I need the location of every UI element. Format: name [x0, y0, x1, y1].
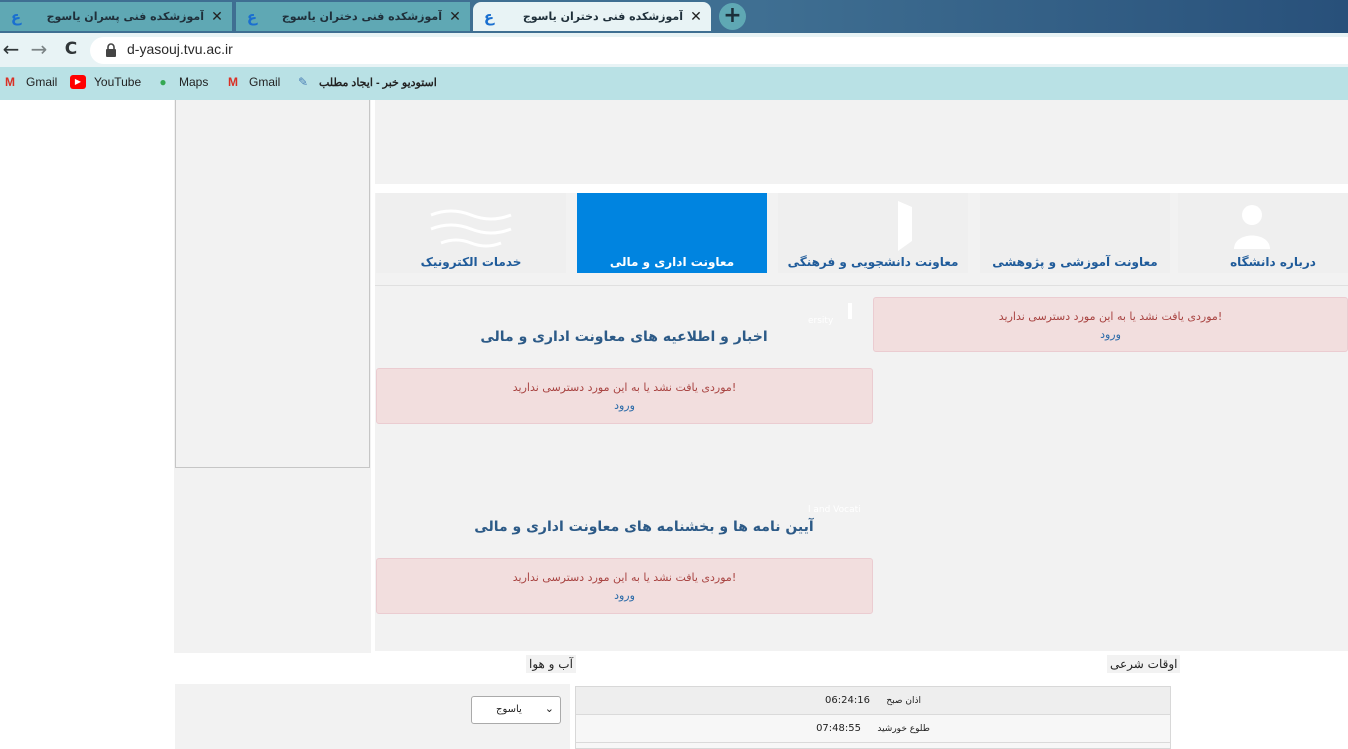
login-link[interactable]: ورود — [874, 328, 1347, 341]
weather-title: آب و هوا — [526, 655, 576, 673]
menu-label: معاونت دانشجویی و فرهنگی — [787, 255, 959, 269]
bookmark-label: Maps — [179, 75, 209, 89]
regulations-section-title: آیین نامه ها و بخشنامه های معاونت اداری … — [474, 519, 814, 535]
prayer-label: طلوع خورشید — [877, 724, 930, 734]
prayer-times-title: اوقات شرعی — [1107, 655, 1181, 673]
new-tab-button[interactable]: + — [719, 3, 746, 30]
gmail-icon: M — [5, 75, 15, 89]
tab-close-icon[interactable]: ✕ — [446, 9, 464, 25]
menu-education-research[interactable]: معاونت آموزشی و پژوهشی — [980, 193, 1170, 273]
student-icon — [898, 201, 912, 251]
maps-icon: ● — [159, 75, 167, 89]
site-favicon-icon: ﻉ — [246, 7, 258, 26]
browser-tab-2[interactable]: ﻉ آموزشکده فنی دختران یاسوج ✕ — [236, 2, 470, 31]
tab-close-icon[interactable]: ✕ — [687, 9, 705, 25]
studio-icon: ✎ — [297, 75, 309, 89]
prayer-time: 07:48:55 — [816, 723, 861, 734]
alert-box-right: موردی یافت نشد یا به این مورد دسترسی ندا… — [873, 297, 1348, 352]
menu-label: معاونت اداری و مالی — [609, 255, 735, 269]
lock-icon[interactable] — [104, 43, 118, 57]
alert-message: موردی یافت نشد یا به این مورد دسترسی ندا… — [512, 571, 737, 584]
table-row: 07:48:55 طلوع خورشید — [576, 714, 1170, 743]
calligraphy-icon — [430, 209, 512, 248]
watermark-text: l and Vocati — [808, 505, 861, 515]
menu-student-cultural[interactable]: معاونت دانشجویی و فرهنگی — [778, 193, 968, 273]
menu-bar-bottom — [375, 273, 1348, 286]
menu-about-university[interactable]: درباره دانشگاه — [1178, 193, 1348, 273]
back-icon[interactable]: ← — [0, 38, 22, 60]
bookmark-youtube[interactable]: ▶ YouTube — [70, 73, 141, 91]
alert-box-news: موردی یافت نشد یا به این مورد دسترسی ندا… — [376, 368, 873, 424]
address-bar[interactable] — [90, 37, 1348, 64]
table-row: 06:24:16 اذان صبح — [576, 687, 1170, 714]
city-select-value: یاسوج — [496, 704, 522, 715]
menu-label: درباره دانشگاه — [1230, 255, 1316, 269]
watermark-mark — [848, 303, 852, 319]
prayer-label: اذان صبح — [886, 696, 921, 706]
tab-title: آموزشکده فنی دختران یاسوج — [522, 10, 683, 23]
gmail-icon: M — [228, 75, 238, 89]
alert-box-regulations: موردی یافت نشد یا به این مورد دسترسی ندا… — [376, 558, 873, 614]
prayer-time: 06:24:16 — [825, 695, 870, 706]
site-header — [375, 100, 1348, 184]
alert-message: موردی یافت نشد یا به این مورد دسترسی ندا… — [998, 310, 1223, 323]
sidebar-panel — [175, 100, 370, 468]
bookmark-label: YouTube — [94, 75, 142, 89]
site-favicon-icon: ﻉ — [10, 7, 22, 26]
chevron-down-icon: ⌄ — [544, 702, 554, 715]
menu-electronic-services[interactable]: خدمات الکترونیک — [376, 193, 566, 273]
news-section-title: اخبار و اطلاعیه های معاونت اداری و مالی — [480, 329, 768, 345]
menu-label: خدمات الکترونیک — [420, 255, 522, 269]
forward-icon[interactable]: → — [28, 38, 50, 60]
menu-label: معاونت آموزشی و پژوهشی — [992, 255, 1158, 269]
bookmark-studio[interactable]: ✎ استودیو خبر - ایجاد مطلب — [295, 73, 437, 91]
prayer-times-table: 06:24:16 اذان صبح 07:48:55 طلوع خورشید — [575, 686, 1171, 749]
browser-tab-active[interactable]: ﻉ آموزشکده فنی دختران یاسوج ✕ — [473, 2, 711, 31]
page-left-margin — [0, 100, 174, 749]
login-link[interactable]: ورود — [377, 589, 872, 602]
bookmark-gmail-2[interactable]: M Gmail — [225, 73, 280, 91]
watermark-text: ersity — [808, 316, 834, 326]
url-text[interactable]: d-yasouj.tvu.ac.ir — [127, 41, 233, 57]
bookmark-label: استودیو خبر - ایجاد مطلب — [319, 76, 437, 89]
bookmark-label: Gmail — [249, 75, 281, 89]
site-favicon-icon: ﻉ — [483, 7, 495, 26]
tab-close-icon[interactable]: ✕ — [208, 9, 226, 25]
bookmark-gmail[interactable]: M Gmail — [2, 73, 57, 91]
bookmark-maps[interactable]: ● Maps — [155, 73, 208, 91]
tab-title: آموزشکده فنی دختران یاسوج — [281, 10, 442, 23]
browser-tab-1[interactable]: ﻉ آموزشکده فنی پسران یاسوج ✕ — [0, 2, 232, 31]
menu-admin-finance[interactable]: معاونت اداری و مالی — [577, 193, 767, 273]
alert-message: موردی یافت نشد یا به این مورد دسترسی ندا… — [512, 381, 737, 394]
header-divider — [375, 184, 1348, 193]
bookmark-label: Gmail — [26, 75, 58, 89]
youtube-icon: ▶ — [70, 75, 86, 89]
tab-strip-background — [760, 0, 1348, 33]
person-icon — [1234, 205, 1270, 249]
tab-title: آموزشکده فنی پسران یاسوج — [46, 10, 204, 23]
login-link[interactable]: ورود — [377, 399, 872, 412]
reload-icon[interactable]: C — [60, 38, 82, 60]
city-select[interactable]: یاسوج ⌄ — [471, 696, 561, 724]
